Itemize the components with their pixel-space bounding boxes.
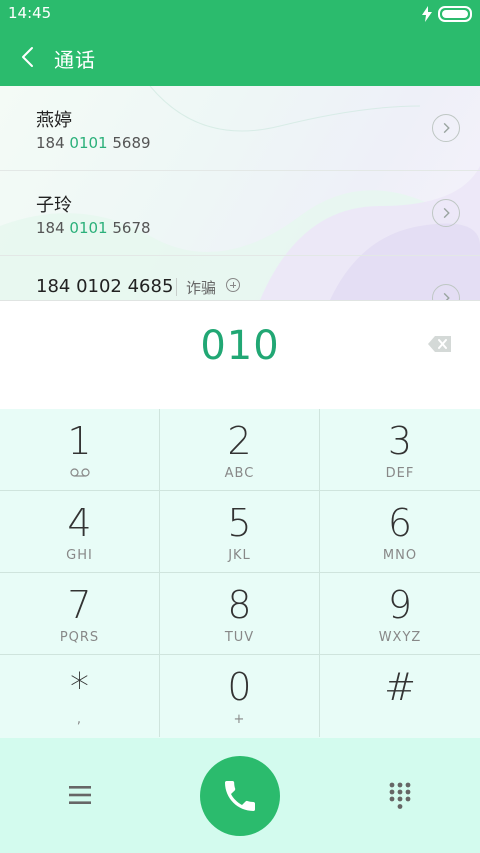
key-1[interactable]: 1 [0,409,160,491]
list-item[interactable]: 184 0102 4685 诈骗 [0,256,480,300]
key-hash[interactable]: # [320,655,480,737]
dialpad-icon[interactable] [388,782,412,810]
backspace-icon[interactable] [428,335,452,353]
list-item[interactable]: 燕婷 184 0101 5689 [0,86,480,171]
call-button[interactable] [200,756,280,836]
search-results: 燕婷 184 0101 5689 子玲 184 0101 5678 184 01… [0,86,480,300]
key-2[interactable]: 2 ABC [160,409,320,491]
divider [176,278,177,296]
key-star[interactable]: * , [0,655,160,737]
battery-icon [438,6,472,22]
contact-number: 184 0101 5678 [36,219,151,237]
list-item[interactable]: 子玲 184 0101 5678 [0,171,480,256]
dialpad: 1 2 ABC 3 DEF 4 GHI 5 JKL 6 MNO 7 PQRS 8… [0,409,480,738]
chevron-left-icon[interactable] [18,45,38,69]
bottom-bar [0,738,480,853]
voicemail-icon [70,468,90,477]
dialed-number: 010 [200,323,280,369]
contact-number: 184 0101 5689 [36,134,151,152]
phone-icon [225,781,255,811]
charging-icon [422,6,432,22]
title-bar: 通话 [0,28,480,86]
status-time: 14:45 [8,4,52,22]
unknown-number: 184 0102 4685 [36,276,174,297]
status-bar: 14:45 [0,0,480,28]
contact-name: 燕婷 [36,110,72,131]
add-tag-icon[interactable] [226,278,240,292]
chevron-right-icon[interactable] [432,199,460,227]
key-3[interactable]: 3 DEF [320,409,480,491]
key-4[interactable]: 4 GHI [0,491,160,573]
key-0[interactable]: 0 + [160,655,320,737]
key-8[interactable]: 8 TUV [160,573,320,655]
dial-input-area: 010 [0,300,480,410]
fraud-tag: 诈骗 [186,279,217,297]
status-icons [422,6,472,22]
contact-name: 子玲 [36,195,72,216]
key-7[interactable]: 7 PQRS [0,573,160,655]
key-9[interactable]: 9 WXYZ [320,573,480,655]
key-6[interactable]: 6 MNO [320,491,480,573]
menu-icon[interactable] [69,785,91,805]
key-5[interactable]: 5 JKL [160,491,320,573]
page-title: 通话 [54,48,96,72]
chevron-right-icon[interactable] [432,114,460,142]
chevron-right-icon[interactable] [432,284,460,300]
